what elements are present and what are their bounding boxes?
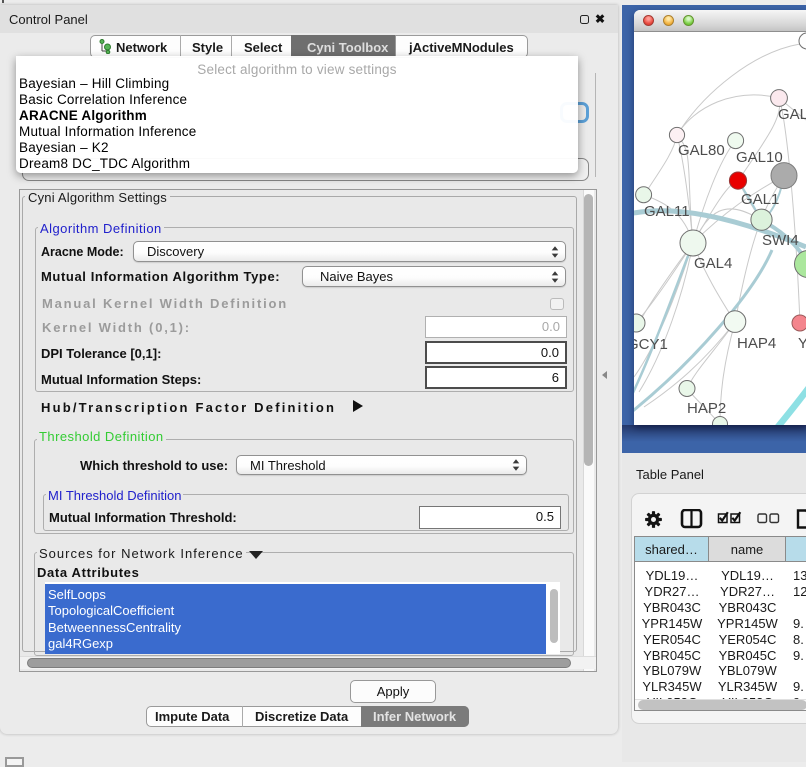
svg-text:HAP2: HAP2	[687, 400, 726, 417]
svg-text:GAL: GAL	[778, 106, 806, 123]
svg-text:GAL4: GAL4	[694, 255, 732, 272]
svg-text:GCY1: GCY1	[634, 336, 668, 353]
svg-text:GAL80: GAL80	[678, 142, 725, 159]
svg-text:GAL10: GAL10	[736, 149, 783, 166]
svg-text:Y: Y	[798, 335, 806, 352]
svg-text:GAL11: GAL11	[644, 203, 690, 220]
svg-text:SWI4: SWI4	[762, 232, 799, 249]
svg-text:HAP4: HAP4	[737, 335, 776, 352]
svg-text:GAL1: GAL1	[741, 191, 779, 208]
